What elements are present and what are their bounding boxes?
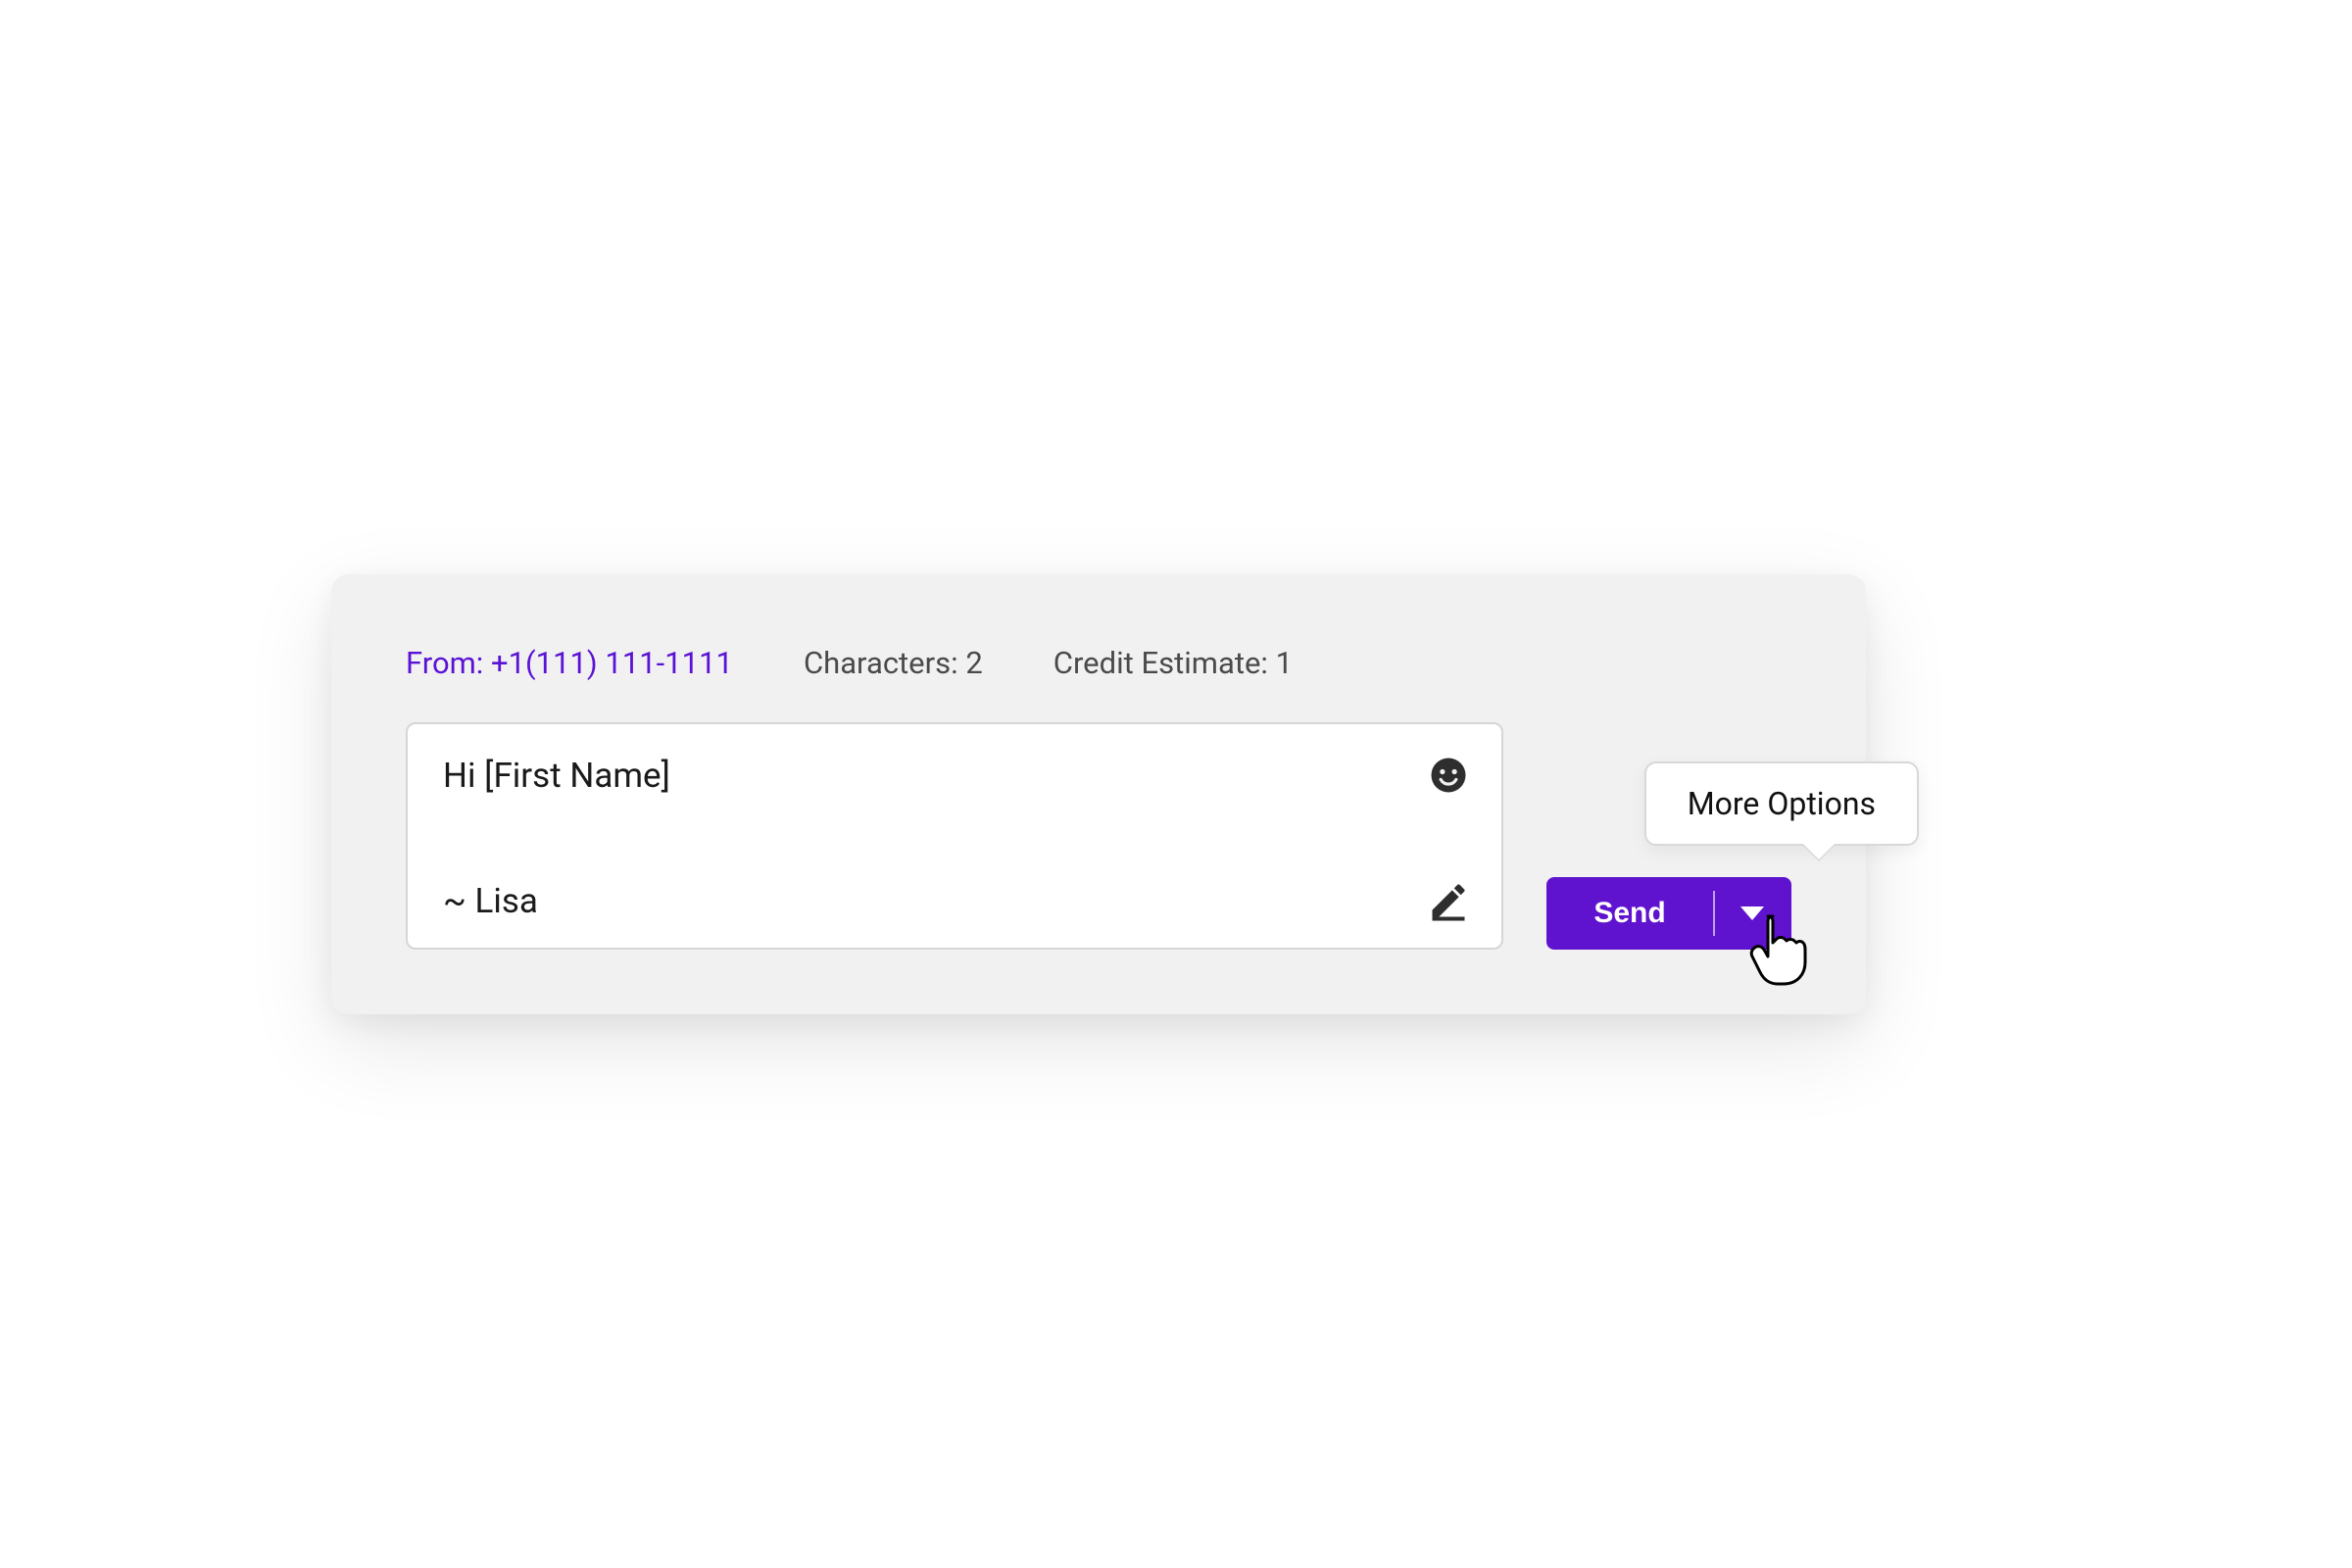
credit-estimate: Credit Estimate: 1 [1054,645,1293,681]
characters-label: Characters: [804,645,958,681]
send-button-label: Send [1593,897,1665,930]
body-row: Hi [First Name] ~ Lisa [406,722,1791,950]
credit-value: 1 [1276,645,1293,681]
message-text-line1: Hi [First Name] [443,756,670,796]
from-label: From: [406,645,483,681]
compose-card: From: +1(111) 111-1111 Characters: 2 Cre… [331,574,1866,1014]
message-input[interactable]: Hi [First Name] ~ Lisa [406,722,1503,950]
edit-icon[interactable] [1425,877,1472,924]
message-line-1: Hi [First Name] [443,752,1472,799]
tooltip-text: More Options [1688,785,1876,822]
message-signature: ~ Lisa [443,881,538,921]
chevron-down-icon [1740,906,1764,920]
send-split-button: Send [1546,877,1791,950]
credit-label: Credit Estimate: [1054,645,1268,681]
characters-value: 2 [965,645,982,681]
characters-counter: Characters: 2 [804,645,983,681]
from-number: +1(111) 111-1111 [491,645,733,681]
send-area: More Options Send [1546,722,1791,950]
send-button[interactable]: Send [1546,877,1713,950]
more-options-tooltip: More Options [1644,761,1919,846]
send-more-options-button[interactable] [1713,877,1791,950]
meta-row: From: +1(111) 111-1111 Characters: 2 Cre… [406,645,1791,681]
message-line-signature: ~ Lisa [443,877,1472,924]
from-field[interactable]: From: +1(111) 111-1111 [406,645,733,681]
emoji-icon[interactable] [1425,752,1472,799]
